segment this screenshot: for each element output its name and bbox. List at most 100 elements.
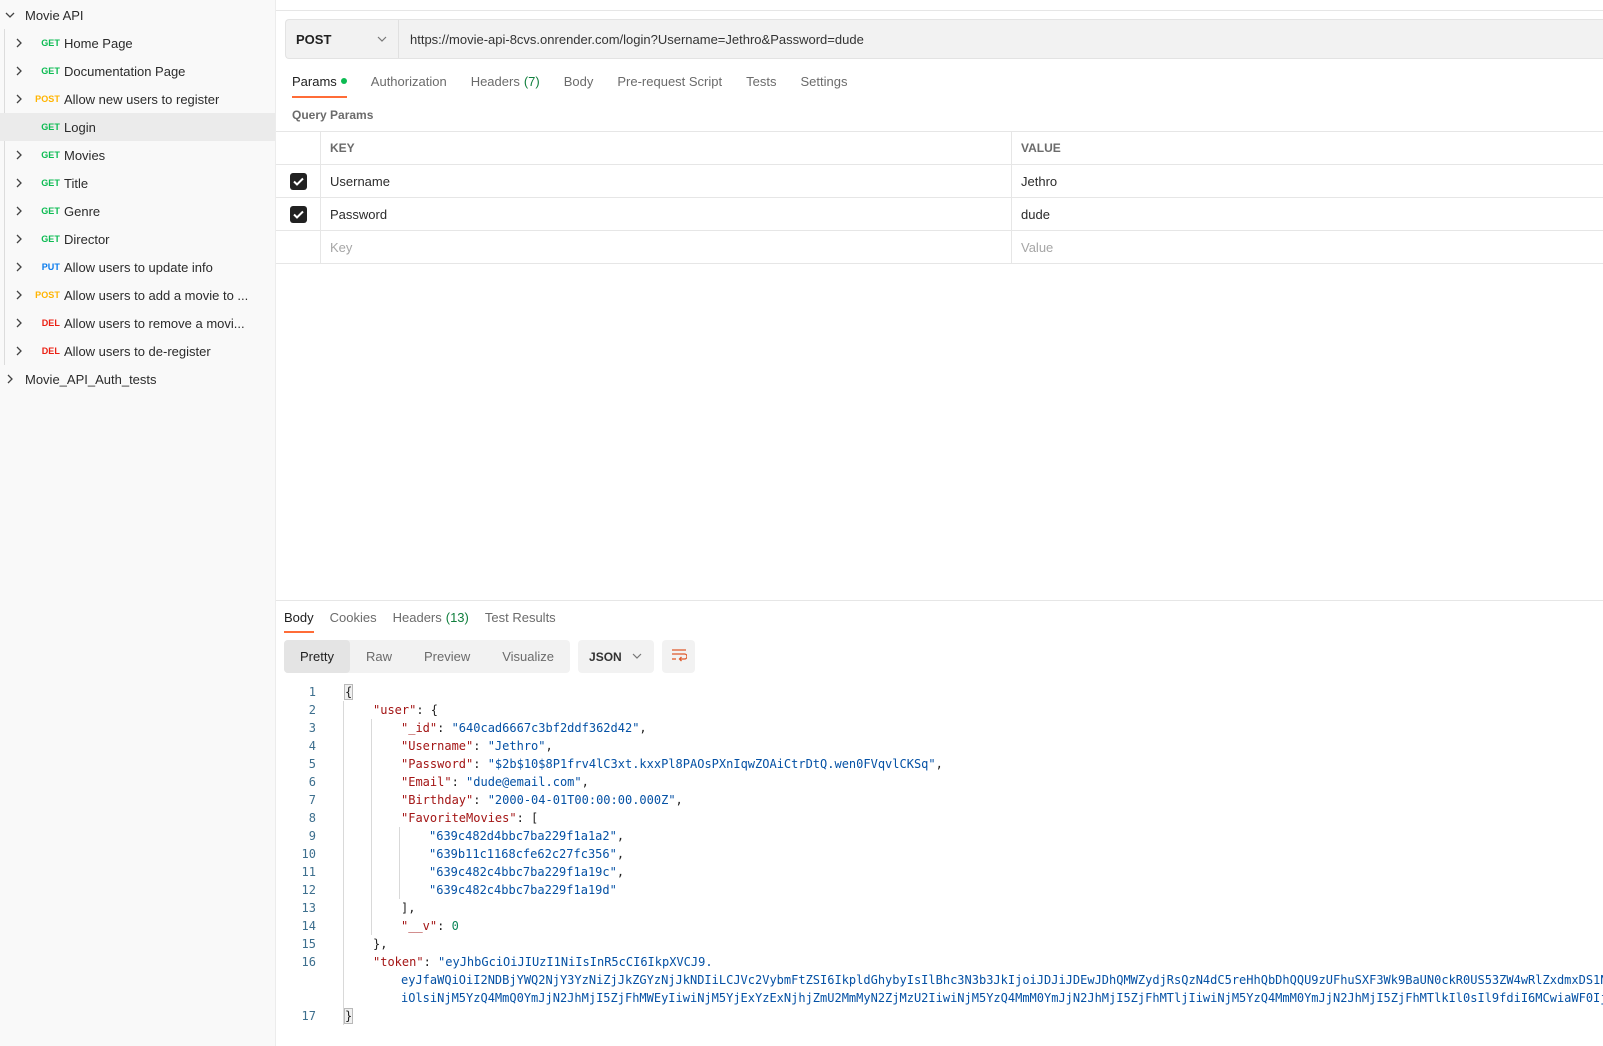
json-str: "2000-04-01T00:00:00.000Z" bbox=[487, 793, 676, 807]
tab-label: Pre-request Script bbox=[617, 73, 723, 89]
tab-headers[interactable]: Headers (7) bbox=[471, 72, 540, 98]
chevron-right-icon[interactable] bbox=[12, 38, 26, 48]
tab-cookies[interactable]: Cookies bbox=[330, 610, 377, 633]
tab-params[interactable]: Params bbox=[292, 72, 347, 98]
tab-tests[interactable]: Tests bbox=[746, 72, 776, 98]
request-name: Genre bbox=[64, 203, 101, 219]
tab-test-results[interactable]: Test Results bbox=[485, 610, 556, 633]
tab-headers[interactable]: Headers (13) bbox=[393, 610, 469, 633]
line-number: 7 bbox=[308, 793, 316, 807]
param-enabled-checkbox[interactable] bbox=[289, 172, 307, 190]
tab-count: (7) bbox=[523, 73, 540, 89]
param-enabled-checkbox[interactable] bbox=[289, 205, 307, 223]
tab-body[interactable]: Body bbox=[564, 72, 594, 98]
code-line: 12 "639c482c4bbc7ba229f1a19d" bbox=[276, 881, 1603, 899]
param-row: Password dude bbox=[276, 198, 1603, 231]
chevron-right-icon[interactable] bbox=[12, 318, 26, 328]
code-line: 4 "Username": "Jethro", bbox=[276, 737, 1603, 755]
sidebar-collections: Movie API GET Home Page GET Documentation Pa… bbox=[0, 0, 276, 1046]
view-mode-raw[interactable]: Raw bbox=[350, 640, 408, 673]
tab-settings[interactable]: Settings bbox=[800, 72, 847, 98]
chevron-down-icon[interactable] bbox=[4, 9, 16, 21]
chevron-right-icon[interactable] bbox=[12, 346, 26, 356]
request-name: Movies bbox=[64, 147, 106, 163]
new-value-input[interactable]: Value bbox=[1012, 231, 1603, 263]
indent-guide bbox=[343, 701, 344, 1025]
param-value[interactable]: Jethro bbox=[1012, 165, 1603, 197]
line-number: 1 bbox=[308, 685, 316, 699]
code-content: "token": "eyJhbGciOiJIUzI1NiIsInR5cCI6Ik… bbox=[343, 955, 1603, 969]
tab-label: Settings bbox=[800, 73, 848, 89]
new-key-input[interactable]: Key bbox=[321, 231, 1012, 263]
request-item[interactable]: GET Login bbox=[0, 113, 275, 141]
request-item[interactable]: GET Movies bbox=[0, 141, 275, 169]
method-select[interactable]: POST bbox=[286, 20, 399, 58]
code-content: "_id": "640cad6667c3bf2ddf362d42", bbox=[343, 721, 1603, 735]
request-item[interactable]: GET Director bbox=[0, 225, 275, 253]
chevron-right-icon[interactable] bbox=[4, 373, 16, 385]
chevron-right-icon[interactable] bbox=[12, 262, 26, 272]
method-badge: GET bbox=[41, 234, 60, 244]
json-punc: } bbox=[343, 1008, 354, 1024]
param-key[interactable]: Username bbox=[321, 165, 1012, 197]
tab-body[interactable]: Body bbox=[284, 610, 314, 633]
request-item[interactable]: GET Home Page bbox=[0, 29, 275, 57]
chevron-right-icon[interactable] bbox=[12, 178, 26, 188]
code-content: "__v": 0 bbox=[343, 919, 1603, 933]
method-select-value: POST bbox=[296, 31, 332, 47]
format-select[interactable]: JSON bbox=[578, 640, 655, 673]
response-body-viewer[interactable]: 1{2 "user": {3 "_id": "640cad6667c3bf2ddf3… bbox=[276, 683, 1603, 1025]
request-name: Home Page bbox=[64, 35, 133, 51]
line-number: 17 bbox=[301, 1009, 316, 1023]
request-item[interactable]: POST Allow users to add a movie to ... bbox=[0, 281, 275, 309]
collection-item[interactable]: Movie_API_Auth_tests bbox=[0, 365, 275, 393]
chevron-right-icon[interactable] bbox=[12, 206, 26, 216]
tab-authorization[interactable]: Authorization bbox=[371, 72, 447, 98]
line-number: 3 bbox=[308, 721, 316, 735]
code-content: "Username": "Jethro", bbox=[343, 739, 1603, 753]
chevron-right-icon[interactable] bbox=[12, 234, 26, 244]
chevron-right-icon[interactable] bbox=[12, 290, 26, 300]
checkmark-icon bbox=[292, 210, 304, 219]
request-item[interactable]: DEL Allow users to de-register bbox=[0, 337, 275, 365]
json-key: "FavoriteMovies" bbox=[401, 811, 517, 825]
method-badge: PUT bbox=[41, 262, 60, 272]
view-mode-visualize[interactable]: Visualize bbox=[486, 640, 570, 673]
request-response-divider[interactable] bbox=[276, 600, 1603, 601]
code-line: 10 "639b11c1168cfe62c27fc356", bbox=[276, 845, 1603, 863]
request-item[interactable]: GET Documentation Page bbox=[0, 57, 275, 85]
tab-count: (13) bbox=[445, 610, 469, 625]
chevron-right-icon[interactable] bbox=[12, 66, 26, 76]
view-mode-pretty[interactable]: Pretty bbox=[284, 640, 350, 673]
code-line: 13], bbox=[276, 899, 1603, 917]
params-new-row: Key Value bbox=[276, 231, 1603, 264]
line-number: 14 bbox=[301, 919, 316, 933]
value-column-header: VALUE bbox=[1021, 141, 1061, 155]
json-key: "Username" bbox=[401, 739, 474, 753]
method-badge: DEL bbox=[41, 346, 60, 356]
param-key[interactable]: Password bbox=[321, 198, 1012, 230]
request-item[interactable]: GET Genre bbox=[0, 197, 275, 225]
code-content: "639c482c4bbc7ba229f1a19d" bbox=[343, 883, 1603, 897]
code-line: iOlsiNjM5YzQ4MmQ0YmJjN2JhMjI5ZjFhMWEyIiw… bbox=[276, 989, 1603, 1007]
param-row: Username Jethro bbox=[276, 165, 1603, 198]
response-toolbar: Pretty Raw Preview Visualize JSON bbox=[284, 640, 696, 673]
json-key: "__v" bbox=[401, 919, 438, 933]
json-punc: : bbox=[451, 775, 467, 789]
view-mode-preview[interactable]: Preview bbox=[408, 640, 486, 673]
chevron-right-icon[interactable] bbox=[12, 94, 26, 104]
request-item[interactable]: PUT Allow users to update info bbox=[0, 253, 275, 281]
wrap-lines-button[interactable] bbox=[662, 640, 696, 673]
param-value[interactable]: dude bbox=[1012, 198, 1603, 230]
request-item[interactable]: GET Title bbox=[0, 169, 275, 197]
tab-pre-request-script[interactable]: Pre-request Script bbox=[617, 72, 722, 98]
request-item[interactable]: DEL Allow users to remove a movi... bbox=[0, 309, 275, 337]
url-input[interactable]: https://movie-api-8cvs.onrender.com/logi… bbox=[399, 20, 1603, 58]
json-str: "639c482c4bbc7ba229f1a19d" bbox=[429, 883, 617, 897]
collection-item[interactable]: Movie API bbox=[0, 1, 275, 29]
chevron-right-icon[interactable] bbox=[12, 150, 26, 160]
request-tabs: Params Authorization Headers (7) Body Pre-req… bbox=[292, 72, 871, 98]
request-item[interactable]: POST Allow new users to register bbox=[0, 85, 275, 113]
method-badge: POST bbox=[35, 94, 60, 104]
line-number: 6 bbox=[308, 775, 316, 789]
